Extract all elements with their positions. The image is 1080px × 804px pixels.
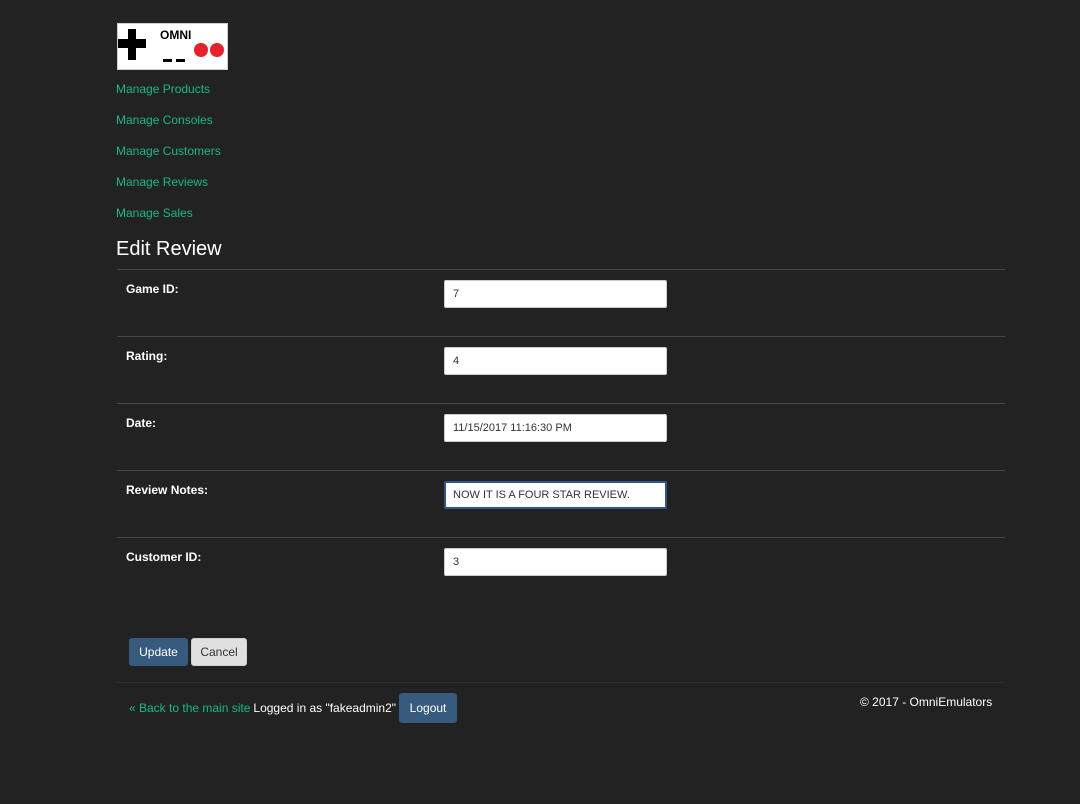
nav-manage-reviews[interactable]: Manage Reviews: [116, 175, 376, 190]
footer-left: « Back to the main site Logged in as "fa…: [129, 693, 458, 723]
game-id-input[interactable]: [444, 280, 667, 308]
form-row-game-id: Game ID:: [117, 269, 1005, 336]
date-label: Date:: [126, 416, 157, 430]
form-row-review-notes: Review Notes:: [117, 470, 1005, 537]
customer-id-label: Customer ID:: [126, 550, 202, 564]
copyright-text: © 2017 - OmniEmulators: [860, 695, 993, 709]
admin-nav: Manage Products Manage Consoles Manage C…: [116, 82, 376, 237]
edit-review-form: Game ID: Rating: Date: Review Notes: Cus…: [117, 269, 1005, 604]
game-id-label: Game ID:: [126, 282, 179, 296]
controller-logo-icon: OMNI: [118, 28, 224, 62]
cancel-button[interactable]: Cancel: [191, 638, 247, 666]
nav-manage-products[interactable]: Manage Products: [116, 82, 376, 97]
back-to-main-site-link[interactable]: « Back to the main site: [129, 701, 250, 715]
logo-text: OMNI: [160, 28, 191, 42]
nav-manage-customers[interactable]: Manage Customers: [116, 144, 376, 159]
omni-logo[interactable]: OMNI: [117, 23, 228, 70]
form-row-customer-id: Customer ID:: [117, 537, 1005, 604]
review-notes-label: Review Notes:: [126, 483, 209, 497]
date-input[interactable]: [444, 414, 667, 442]
nav-manage-consoles[interactable]: Manage Consoles: [116, 113, 376, 128]
customer-id-input[interactable]: [444, 548, 667, 576]
footer-divider: [117, 682, 1005, 683]
rating-input[interactable]: [444, 347, 667, 375]
page: OMNI Manage Products Manage Consoles Man…: [0, 0, 1080, 804]
review-notes-input[interactable]: [444, 481, 667, 509]
page-title: Edit Review: [116, 238, 222, 260]
form-row-rating: Rating:: [117, 336, 1005, 403]
form-row-date: Date:: [117, 403, 1005, 470]
nav-manage-sales[interactable]: Manage Sales: [116, 206, 376, 221]
logout-button[interactable]: Logout: [399, 693, 458, 723]
rating-label: Rating:: [126, 349, 168, 363]
logged-in-status: Logged in as "fakeadmin2": [253, 701, 397, 715]
update-button[interactable]: Update: [129, 638, 188, 666]
